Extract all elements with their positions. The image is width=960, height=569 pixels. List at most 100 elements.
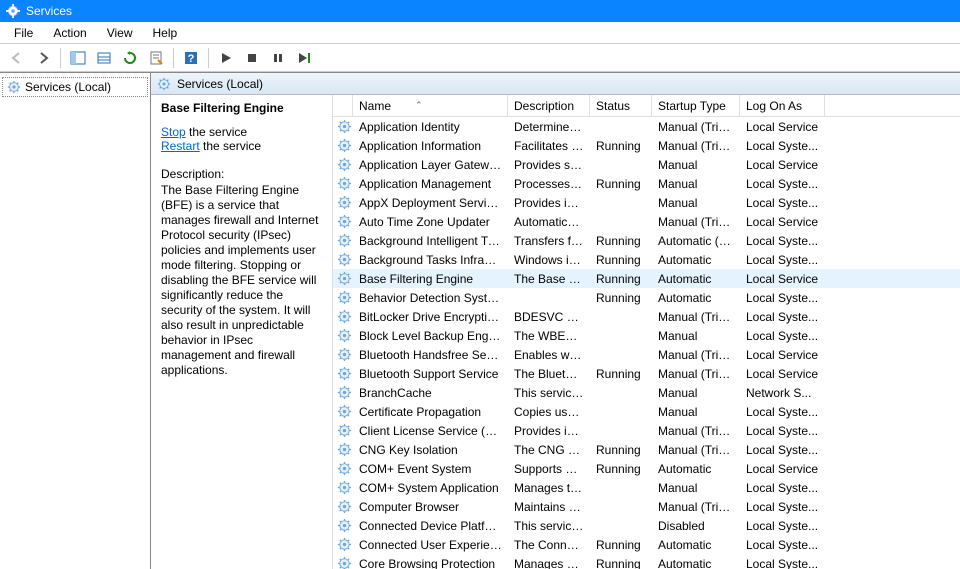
- properties-button[interactable]: [144, 47, 168, 69]
- cell-startup: Manual (Trig...: [652, 497, 740, 517]
- cell-status: [590, 409, 652, 415]
- cell-logon: Local Syste...: [740, 174, 825, 194]
- gear-icon: [333, 499, 353, 514]
- gear-icon: [333, 518, 353, 533]
- forward-button[interactable]: [31, 47, 55, 69]
- menu-action[interactable]: Action: [43, 24, 96, 42]
- cell-name: Behavior Detection System: [353, 288, 508, 308]
- cell-name: Connected Device Platform...: [353, 516, 508, 536]
- cell-name: BitLocker Drive Encryption ...: [353, 307, 508, 327]
- restart-service-button[interactable]: [292, 47, 316, 69]
- cell-startup: Manual (Trig...: [652, 345, 740, 365]
- service-row[interactable]: BranchCacheThis service ...ManualNetwork…: [333, 383, 960, 402]
- service-row[interactable]: Application ManagementProcesses in...Run…: [333, 174, 960, 193]
- menu-file[interactable]: File: [4, 24, 43, 42]
- service-row[interactable]: Certificate PropagationCopies user ...Ma…: [333, 402, 960, 421]
- svg-text:?: ?: [188, 53, 195, 65]
- cell-status: Running: [590, 459, 652, 479]
- refresh-button[interactable]: [118, 47, 142, 69]
- cell-logon: Local Syste...: [740, 326, 825, 346]
- cell-startup: Manual (Trig...: [652, 421, 740, 441]
- cell-startup: Manual: [652, 383, 740, 403]
- cell-description: BDESVC hos...: [508, 307, 590, 327]
- cell-description: Manages se...: [508, 554, 590, 569]
- gear-icon: [333, 252, 353, 267]
- restart-service-link[interactable]: Restart: [161, 139, 200, 153]
- cell-startup: Manual (Trig...: [652, 212, 740, 232]
- cell-status: Running: [590, 288, 652, 308]
- cell-logon: Local Service: [740, 212, 825, 232]
- service-row[interactable]: Client License Service (ClipS...Provides…: [333, 421, 960, 440]
- column-log-on-as[interactable]: Log On As: [740, 95, 825, 116]
- service-row[interactable]: Core Browsing ProtectionManages se...Run…: [333, 554, 960, 569]
- column-icon[interactable]: [333, 95, 353, 116]
- cell-startup: Automatic: [652, 269, 740, 289]
- cell-logon: Local Syste...: [740, 516, 825, 536]
- cell-logon: Local Syste...: [740, 554, 825, 569]
- cell-logon: Local Syste...: [740, 250, 825, 270]
- cell-startup: Manual: [652, 326, 740, 346]
- service-row[interactable]: Background Tasks Infrastru...Windows in.…: [333, 250, 960, 269]
- cell-logon: Local Syste...: [740, 478, 825, 498]
- service-row[interactable]: Auto Time Zone UpdaterAutomatica...Manua…: [333, 212, 960, 231]
- service-row[interactable]: Block Level Backup Engine ...The WBENG..…: [333, 326, 960, 345]
- service-row[interactable]: Base Filtering EngineThe Base Fil...Runn…: [333, 269, 960, 288]
- service-row[interactable]: Background Intelligent Tran...Transfers …: [333, 231, 960, 250]
- cell-status: Running: [590, 136, 652, 156]
- service-row[interactable]: Connected Device Platform...This service…: [333, 516, 960, 535]
- column-status[interactable]: Status: [590, 95, 652, 116]
- back-button[interactable]: [5, 47, 29, 69]
- pane-header: Services (Local): [151, 73, 960, 95]
- console-tree[interactable]: Services (Local): [0, 73, 151, 569]
- gear-icon: [333, 328, 353, 343]
- services-app-icon: [6, 4, 20, 18]
- service-row[interactable]: Computer BrowserMaintains a...Manual (Tr…: [333, 497, 960, 516]
- column-startup-type[interactable]: Startup Type: [652, 95, 740, 116]
- gear-icon: [333, 404, 353, 419]
- list-body[interactable]: Application IdentityDetermines ...Manual…: [333, 117, 960, 569]
- menubar: File Action View Help: [0, 22, 960, 44]
- cell-name: Core Browsing Protection: [353, 554, 508, 569]
- service-row[interactable]: Bluetooth Support ServiceThe Bluetoo...R…: [333, 364, 960, 383]
- service-row[interactable]: AppX Deployment Service (...Provides inf…: [333, 193, 960, 212]
- service-row[interactable]: CNG Key IsolationThe CNG ke...RunningMan…: [333, 440, 960, 459]
- cell-description: Maintains a...: [508, 497, 590, 517]
- cell-logon: Local Service: [740, 364, 825, 384]
- cell-logon: Local Syste...: [740, 535, 825, 555]
- cell-description: Determines ...: [508, 117, 590, 137]
- cell-logon: Local Syste...: [740, 440, 825, 460]
- column-description[interactable]: Description: [508, 95, 590, 116]
- service-row[interactable]: COM+ System ApplicationManages th...Manu…: [333, 478, 960, 497]
- cell-logon: Local Syste...: [740, 402, 825, 422]
- cell-description: The CNG ke...: [508, 440, 590, 460]
- service-row[interactable]: Connected User Experience...The Connec..…: [333, 535, 960, 554]
- service-row[interactable]: Application Layer Gateway ...Provides su…: [333, 155, 960, 174]
- pause-service-button[interactable]: [266, 47, 290, 69]
- service-row[interactable]: Bluetooth Handsfree ServiceEnables wir..…: [333, 345, 960, 364]
- service-row[interactable]: Behavior Detection SystemRunningAutomati…: [333, 288, 960, 307]
- stop-service-link[interactable]: Stop: [161, 125, 186, 139]
- export-list-button[interactable]: [92, 47, 116, 69]
- service-row[interactable]: COM+ Event SystemSupports Sy...RunningAu…: [333, 459, 960, 478]
- service-row[interactable]: BitLocker Drive Encryption ...BDESVC hos…: [333, 307, 960, 326]
- service-row[interactable]: Application IdentityDetermines ...Manual…: [333, 117, 960, 136]
- cell-status: [590, 523, 652, 529]
- cell-status: [590, 485, 652, 491]
- show-hide-tree-button[interactable]: [66, 47, 90, 69]
- gear-icon: [333, 480, 353, 495]
- cell-startup: Manual: [652, 155, 740, 175]
- start-service-button[interactable]: [214, 47, 238, 69]
- cell-status: Running: [590, 440, 652, 460]
- cell-startup: Automatic (D...: [652, 231, 740, 251]
- column-name[interactable]: Name: [353, 95, 508, 116]
- stop-service-button[interactable]: [240, 47, 264, 69]
- cell-startup: Automatic: [652, 250, 740, 270]
- cell-startup: Manual: [652, 193, 740, 213]
- cell-startup: Manual (Trig...: [652, 307, 740, 327]
- menu-view[interactable]: View: [97, 24, 143, 42]
- cell-name: Base Filtering Engine: [353, 269, 508, 289]
- menu-help[interactable]: Help: [143, 24, 188, 42]
- help-button[interactable]: ?: [179, 47, 203, 69]
- service-row[interactable]: Application InformationFacilitates t...R…: [333, 136, 960, 155]
- tree-node-services-local[interactable]: Services (Local): [2, 77, 148, 97]
